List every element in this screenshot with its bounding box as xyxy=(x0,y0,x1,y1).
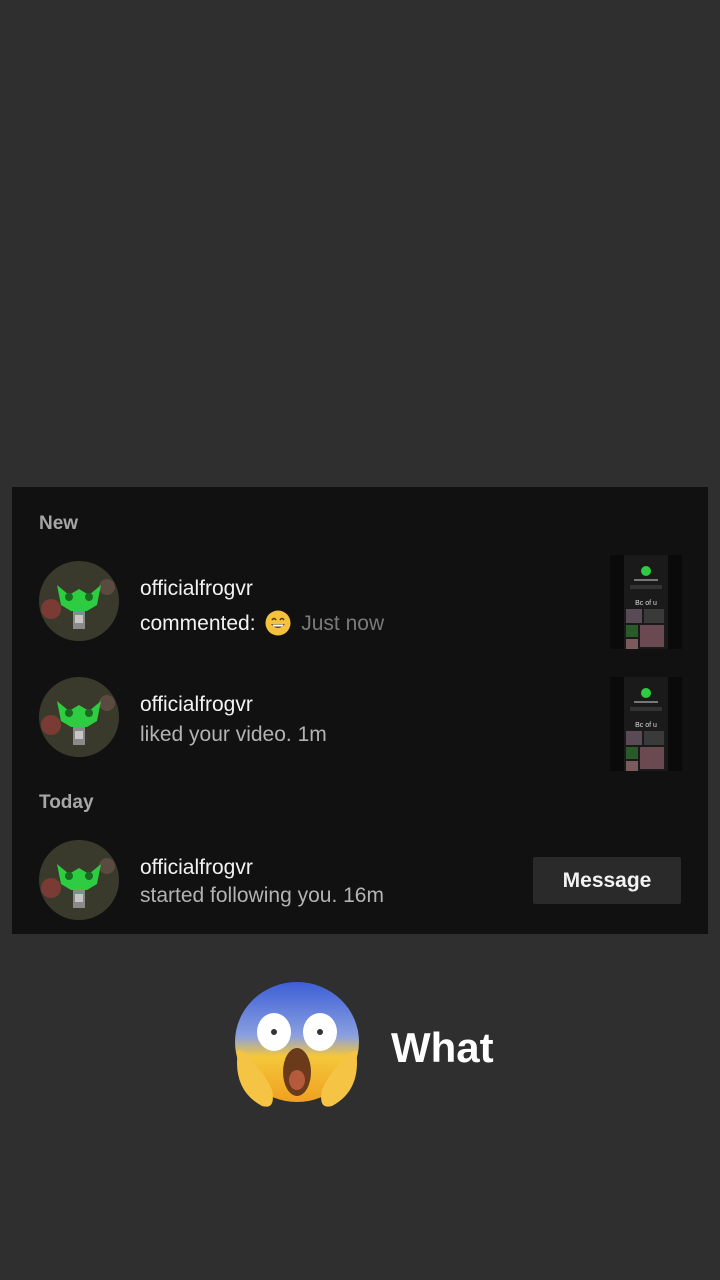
video-thumbnail-image: Bc of u xyxy=(610,555,682,649)
message-button[interactable]: Message xyxy=(533,857,681,904)
avatar[interactable] xyxy=(39,840,119,920)
caption xyxy=(232,978,362,1113)
video-thumbnail[interactable]: Bc of u xyxy=(610,677,682,771)
timestamp: 16m xyxy=(343,884,384,907)
action-text: liked your video. xyxy=(140,723,292,746)
username[interactable]: officialfrogvr xyxy=(140,856,253,880)
timestamp: Just now xyxy=(301,612,385,635)
frog-avatar-icon xyxy=(39,677,119,757)
action-text: commented: xyxy=(140,612,256,635)
notification-row[interactable]: officialfrogvr commented: Just now Bc of… xyxy=(12,555,708,649)
notification-row[interactable]: officialfrogvr liked your video. 1m Bc o… xyxy=(12,677,708,771)
thumbnail-caption: Bc of u xyxy=(635,600,657,607)
avatar[interactable] xyxy=(39,677,119,757)
section-label-today: Today xyxy=(39,792,94,813)
username[interactable]: officialfrogvr xyxy=(140,693,253,717)
avatar[interactable] xyxy=(39,561,119,641)
timestamp: 1m xyxy=(297,723,327,746)
frog-avatar-icon xyxy=(39,840,119,920)
frog-avatar-icon xyxy=(39,561,119,641)
video-frame: New officialfrogvr commented: Just now B… xyxy=(0,0,720,1280)
video-thumbnail-image: Bc of u xyxy=(610,677,682,771)
notification-text: commented: Just now xyxy=(140,610,384,636)
notification-text: started following you. 16m xyxy=(140,884,384,908)
action-text: started following you. xyxy=(140,884,338,907)
notifications-panel: New officialfrogvr commented: Just now B… xyxy=(12,487,708,934)
grinning-face-emoji-icon xyxy=(265,610,291,636)
notification-text: liked your video. 1m xyxy=(140,723,327,747)
video-thumbnail[interactable]: Bc of u xyxy=(610,555,682,649)
section-label-new: New xyxy=(39,513,79,534)
username[interactable]: officialfrogvr xyxy=(140,577,253,601)
thumbnail-caption: Bc of u xyxy=(635,722,657,729)
face-screaming-in-fear-icon xyxy=(235,981,359,1107)
caption-text: What xyxy=(391,1024,494,1071)
